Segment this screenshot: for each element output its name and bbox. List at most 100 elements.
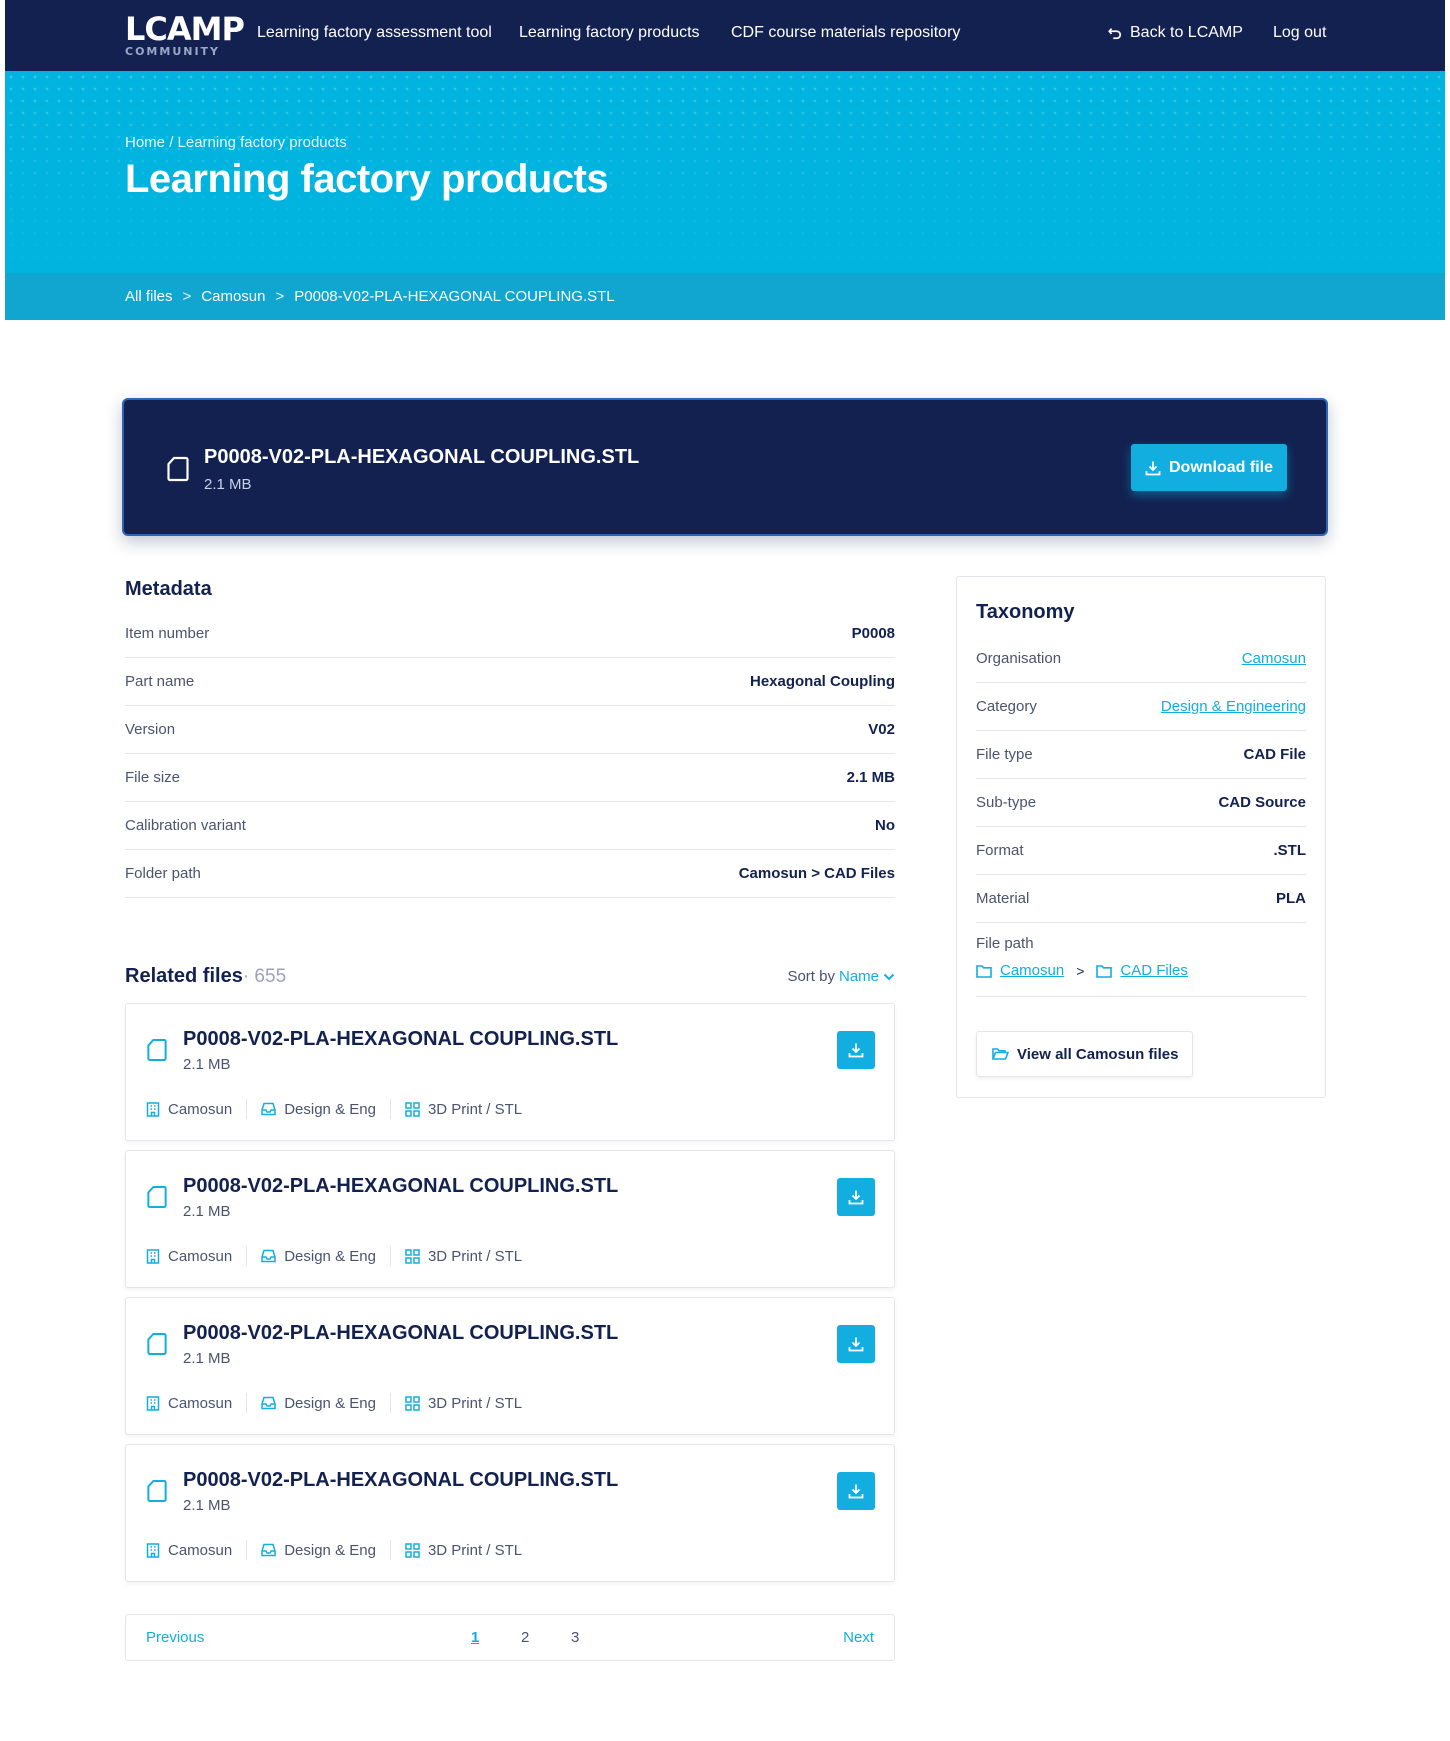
metadata-label: File size [125, 769, 181, 786]
tag-organisation-label: Camosun [168, 1394, 233, 1412]
taxonomy-row: Format .STL [976, 827, 1306, 875]
tag-organisation: Camosun [146, 1540, 248, 1560]
path-all-files[interactable]: All files [125, 288, 173, 305]
tag-type-label: 3D Print / STL [427, 1394, 523, 1412]
related-files-count: · 655 [242, 966, 287, 987]
file-header-card: P0008-V02-PLA-HEXAGONAL COUPLING.STL 2.1… [122, 398, 1328, 536]
hero-banner: Home / Learning factory products Learnin… [5, 71, 1445, 273]
pagination-page-3[interactable]: 3 [571, 1629, 579, 1646]
download-icon [848, 1337, 864, 1352]
taxonomy-label: Sub-type [976, 794, 1037, 811]
nav-link-cdf-repository[interactable]: CDF course materials repository [731, 24, 960, 42]
tag-category-label: Design & Eng [284, 1541, 376, 1559]
grid-icon [405, 1395, 420, 1411]
grid-icon [405, 1101, 420, 1117]
metadata-row: Item number P0008 [125, 610, 895, 658]
tag-type-label: 3D Print / STL [427, 1100, 523, 1118]
related-file-card[interactable]: P0008-V02-PLA-HEXAGONAL COUPLING.STL 2.1… [125, 1150, 895, 1288]
download-icon [848, 1484, 864, 1499]
file-name: P0008-V02-PLA-HEXAGONAL COUPLING.STL [204, 446, 640, 468]
related-file-download-button[interactable] [837, 1325, 875, 1363]
tag-organisation: Camosun [146, 1099, 248, 1119]
folder-open-icon [992, 1048, 1009, 1060]
tag-organisation: Camosun [146, 1246, 248, 1266]
lcamp-logo[interactable]: LCAMP COMMUNITY [125, 12, 245, 60]
pagination: Previous 1 2 3 Next [125, 1614, 895, 1661]
metadata-row: File size 2.1 MB [125, 754, 895, 802]
taxonomy-value: PLA [1276, 890, 1306, 907]
folder-icon [976, 964, 992, 978]
top-nav: LCAMP COMMUNITY Learning factory assessm… [5, 0, 1445, 71]
metadata-label: Item number [125, 625, 210, 642]
file-path-cad-files-link[interactable]: CAD Files [1120, 962, 1188, 979]
breadcrumb-separator: / [169, 134, 174, 151]
file-icon [167, 456, 189, 482]
tag-category-label: Design & Eng [284, 1100, 376, 1118]
tag-organisation: Camosun [146, 1393, 248, 1413]
download-icon [848, 1043, 864, 1058]
metadata-value: V02 [868, 721, 895, 738]
sort-value: Name [838, 968, 879, 985]
sort-control[interactable]: Sort by Name [787, 968, 895, 985]
download-file-button[interactable]: Download file [1131, 444, 1287, 491]
taxonomy-row: File type CAD File [976, 731, 1306, 779]
taxonomy-label: Format [976, 842, 1024, 859]
file-icon [147, 1333, 167, 1355]
view-all-label: View all Camosun files [1017, 1045, 1179, 1063]
hero-breadcrumb: Home / Learning factory products [125, 134, 608, 151]
page: LCAMP COMMUNITY Learning factory assessm… [0, 0, 1450, 1741]
tag-type-label: 3D Print / STL [427, 1541, 523, 1559]
taxonomy-organisation-link[interactable]: Camosun [1242, 650, 1306, 667]
breadcrumb-current[interactable]: Learning factory products [178, 134, 347, 151]
file-path-camosun-link[interactable]: Camosun [1000, 962, 1064, 979]
tag-organisation-label: Camosun [168, 1541, 233, 1559]
pagination-page-1[interactable]: 1 [471, 1629, 479, 1646]
related-file-card[interactable]: P0008-V02-PLA-HEXAGONAL COUPLING.STL 2.1… [125, 1003, 895, 1141]
taxonomy-label: Material [976, 890, 1030, 907]
logout-link[interactable]: Log out [1273, 24, 1326, 42]
path-camosun[interactable]: Camosun [201, 288, 265, 305]
file-path-bar: All files > Camosun > P0008-V02-PLA-HEXA… [5, 273, 1445, 320]
download-file-label: Download file [1169, 458, 1273, 476]
related-files-title: Related files· 655 [125, 965, 286, 988]
page-title: Learning factory products [125, 157, 609, 201]
taxonomy-row: Material PLA [976, 875, 1306, 923]
related-file-name[interactable]: P0008-V02-PLA-HEXAGONAL COUPLING.STL [183, 1322, 618, 1345]
taxonomy-panel: Taxonomy Organisation Camosun Category Des… [956, 576, 1326, 1098]
file-icon [147, 1480, 167, 1502]
file-path-separator: > [1076, 962, 1085, 979]
logo-subtitle: COMMUNITY [125, 45, 221, 58]
metadata-table: Item number P0008 Part name Hexagonal Coup… [125, 610, 895, 898]
related-file-card[interactable]: P0008-V02-PLA-HEXAGONAL COUPLING.STL 2.1… [125, 1444, 895, 1582]
related-file-name[interactable]: P0008-V02-PLA-HEXAGONAL COUPLING.STL [183, 1028, 618, 1051]
related-file-download-button[interactable] [837, 1178, 875, 1216]
file-path-label: File path [976, 935, 1034, 952]
metadata-value: 2.1 MB [846, 769, 895, 786]
pagination-next[interactable]: Next [843, 1629, 874, 1646]
breadcrumb-home[interactable]: Home [125, 134, 165, 151]
related-file-tags: Camosun Design & Eng 3D Print / STL [146, 1099, 550, 1119]
metadata-value: No [875, 817, 895, 834]
back-to-lcamp-link[interactable]: Back to LCAMP [1108, 24, 1243, 42]
metadata-row: Calibration variant No [125, 802, 895, 850]
pagination-previous[interactable]: Previous [146, 1629, 204, 1646]
related-file-name[interactable]: P0008-V02-PLA-HEXAGONAL COUPLING.STL [183, 1469, 618, 1492]
file-icon [147, 1039, 167, 1061]
taxonomy-category-link[interactable]: Design & Engineering [1161, 698, 1306, 715]
tag-category-label: Design & Eng [284, 1247, 376, 1265]
related-file-name[interactable]: P0008-V02-PLA-HEXAGONAL COUPLING.STL [183, 1175, 618, 1198]
building-icon [146, 1101, 160, 1117]
inbox-icon [261, 1396, 276, 1410]
related-file-download-button[interactable] [837, 1472, 875, 1510]
related-file-download-button[interactable] [837, 1031, 875, 1069]
view-all-camosun-files-button[interactable]: View all Camosun files [976, 1031, 1193, 1077]
metadata-label: Calibration variant [125, 817, 246, 834]
pagination-page-2[interactable]: 2 [521, 1629, 529, 1646]
metadata-label: Folder path [125, 865, 201, 882]
nav-link-assessment-tool[interactable]: Learning factory assessment tool [257, 24, 492, 42]
path-separator: > [182, 288, 192, 305]
related-file-card[interactable]: P0008-V02-PLA-HEXAGONAL COUPLING.STL 2.1… [125, 1297, 895, 1435]
path-current-file: P0008-V02-PLA-HEXAGONAL COUPLING.STL [294, 288, 615, 305]
nav-link-factory-products[interactable]: Learning factory products [519, 24, 700, 42]
building-icon [146, 1248, 160, 1264]
